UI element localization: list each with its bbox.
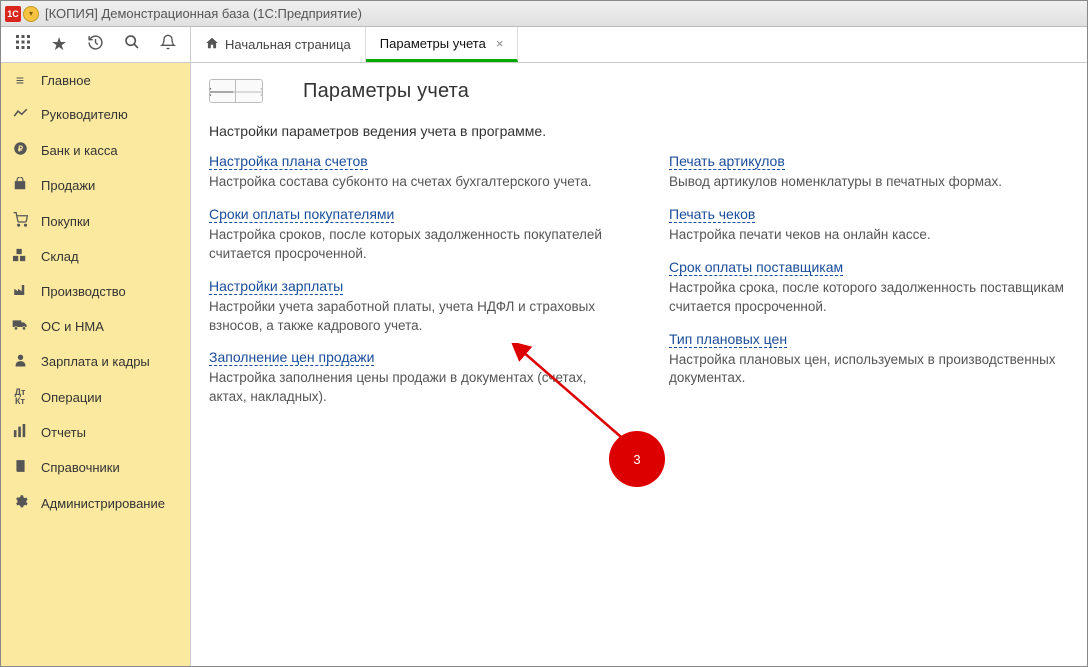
link-chart-plan[interactable]: Настройка плана счетов [209, 153, 368, 170]
sidebar-item-assets[interactable]: ОС и НМА [1, 309, 190, 344]
link-price-fill[interactable]: Заполнение цен продажи [209, 349, 374, 366]
link-desc: Вывод артикулов номенклатуры в печатных … [669, 173, 1069, 192]
link-desc: Настройка сроков, после которых задолжен… [209, 226, 609, 264]
logo-1c-icon: 1C [5, 6, 21, 22]
right-column: Печать артикулов Вывод артикулов номенкл… [669, 153, 1069, 421]
tab-active[interactable]: Параметры учета × [366, 27, 519, 62]
link-print-checks[interactable]: Печать чеков [669, 206, 755, 223]
dropdown-icon[interactable]: ▾ [23, 6, 39, 22]
boxes-icon [11, 248, 29, 265]
sidebar-item-label: Зарплата и кадры [41, 354, 150, 369]
bag-icon [11, 177, 29, 194]
bell-icon[interactable] [160, 34, 176, 55]
sidebar-item-purchases[interactable]: Покупки [1, 203, 190, 239]
gear-icon [11, 494, 29, 512]
sidebar-item-reports[interactable]: Отчеты [1, 415, 190, 450]
sidebar-item-bank[interactable]: ₽ Банк и касса [1, 132, 190, 168]
link-desc: Настройка срока, после которого задолжен… [669, 279, 1069, 317]
forward-button[interactable]: 🡒 [236, 80, 262, 102]
book-icon [11, 459, 29, 476]
sidebar-item-label: Справочники [41, 460, 120, 475]
close-icon[interactable]: × [496, 36, 504, 51]
sidebar-item-label: Главное [41, 73, 91, 88]
link-desc: Настройка состава субконто на счетах бух… [209, 173, 609, 192]
sidebar-item-label: ОС и НМА [41, 319, 104, 334]
sidebar-item-label: Склад [41, 249, 79, 264]
link-desc: Настройки учета заработной платы, учета … [209, 298, 609, 336]
sidebar: ≡ Главное Руководителю ₽ Банк и касса Пр… [1, 63, 191, 666]
sidebar-item-production[interactable]: Производство [1, 274, 190, 309]
svg-text:₽: ₽ [17, 145, 22, 154]
window-titlebar: 1C ▾ [КОПИЯ] Демонстрационная база (1С:П… [1, 1, 1087, 27]
tabs: Начальная страница Параметры учета × [191, 27, 518, 62]
link-plan-prices[interactable]: Тип плановых цен [669, 331, 787, 348]
sidebar-item-label: Покупки [41, 214, 90, 229]
sidebar-item-main[interactable]: ≡ Главное [1, 63, 190, 97]
sidebar-item-label: Отчеты [41, 425, 86, 440]
sidebar-item-salary[interactable]: Зарплата и кадры [1, 344, 190, 379]
sidebar-item-warehouse[interactable]: Склад [1, 239, 190, 274]
page-description: Настройки параметров ведения учета в про… [209, 123, 1069, 139]
sidebar-item-label: Продажи [41, 178, 95, 193]
link-desc: Настройка плановых цен, используемых в п… [669, 351, 1069, 389]
bar-chart-icon [11, 424, 29, 441]
toolbar-icons: ★ [1, 27, 191, 62]
truck-icon [11, 318, 29, 335]
cart-icon [11, 212, 29, 230]
sidebar-item-label: Производство [41, 284, 126, 299]
person-icon [11, 353, 29, 370]
nav-buttons: 🡐 🡒 [209, 79, 263, 103]
ruble-icon: ₽ [11, 141, 29, 159]
menu-lines-icon: ≡ [11, 72, 29, 88]
toolbar: ★ Начальная страница Параметры учета × [1, 27, 1087, 63]
link-salary-settings[interactable]: Настройки зарплаты [209, 278, 343, 295]
tab-active-label: Параметры учета [380, 36, 486, 51]
search-icon[interactable] [124, 34, 140, 55]
link-desc: Настройка печати чеков на онлайн кассе. [669, 226, 1069, 245]
star-icon[interactable]: ★ [51, 34, 67, 55]
history-icon[interactable] [87, 34, 104, 56]
annotation-number: 3 [633, 452, 640, 467]
sidebar-item-manager[interactable]: Руководителю [1, 97, 190, 132]
sidebar-item-sales[interactable]: Продажи [1, 168, 190, 203]
annotation-circle: 3 [609, 431, 665, 487]
sidebar-item-label: Администрирование [41, 496, 165, 511]
chart-line-icon [11, 106, 29, 123]
tab-home-label: Начальная страница [225, 37, 351, 52]
sidebar-item-admin[interactable]: Администрирование [1, 485, 190, 521]
link-payment-terms[interactable]: Сроки оплаты покупателями [209, 206, 394, 223]
sidebar-item-catalogs[interactable]: Справочники [1, 450, 190, 485]
home-icon [205, 36, 219, 53]
tab-home[interactable]: Начальная страница [191, 27, 366, 62]
window-title: [КОПИЯ] Демонстрационная база (1С:Предпр… [45, 6, 362, 21]
link-print-articles[interactable]: Печать артикулов [669, 153, 785, 170]
sidebar-item-label: Руководителю [41, 107, 128, 122]
link-supplier-terms[interactable]: Срок оплаты поставщикам [669, 259, 843, 276]
main-content: 🡐 🡒 Параметры учета Настройки параметров… [191, 63, 1087, 666]
sidebar-item-label: Операции [41, 390, 102, 405]
factory-icon [11, 283, 29, 300]
sidebar-item-label: Банк и касса [41, 143, 118, 158]
apps-icon[interactable] [15, 34, 31, 55]
dtkt-icon: ДтКт [11, 388, 29, 406]
sidebar-item-operations[interactable]: ДтКт Операции [1, 379, 190, 415]
page-title: Параметры учета [303, 80, 469, 103]
